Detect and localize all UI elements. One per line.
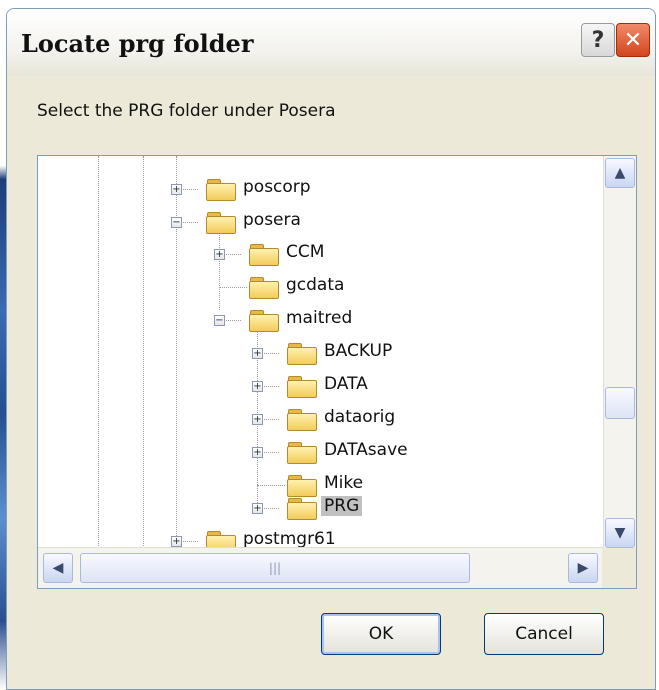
tree-item-ccm[interactable]: CCM — [283, 242, 327, 262]
tree-item-datasave[interactable]: DATAsave — [321, 440, 411, 460]
vertical-scrollbar[interactable]: ▲ ▼ — [603, 156, 636, 548]
folder-icon — [249, 309, 279, 332]
folder-icon — [287, 441, 317, 464]
expand-toggle-data[interactable]: + — [252, 381, 263, 392]
folder-icon — [287, 375, 317, 398]
folder-icon — [206, 178, 236, 201]
ok-button[interactable]: OK — [321, 613, 441, 655]
tree-item-mike[interactable]: Mike — [321, 473, 366, 493]
help-button[interactable]: ? — [581, 23, 615, 57]
vertical-scroll-thumb[interactable] — [605, 387, 635, 419]
tree-item-prg[interactable]: PRG — [321, 496, 363, 516]
title-bar[interactable]: Locate prg folder ? ✕ — [7, 9, 655, 76]
expand-toggle-backup[interactable]: + — [252, 348, 263, 359]
scrollbar-corner — [602, 548, 636, 588]
cancel-button[interactable]: Cancel — [484, 613, 604, 655]
expand-toggle-ccm[interactable]: + — [214, 249, 225, 260]
locate-folder-dialog: Locate prg folder ? ✕ Select the PRG fol… — [6, 8, 656, 690]
close-button[interactable]: ✕ — [616, 23, 650, 57]
expand-toggle-datasave[interactable]: + — [252, 447, 263, 458]
scroll-right-icon[interactable]: ▶ — [568, 553, 598, 583]
folder-icon — [206, 211, 236, 234]
expand-toggle-poscorp[interactable]: + — [171, 184, 182, 195]
folder-icon — [287, 474, 317, 497]
folder-icon — [249, 276, 279, 299]
expand-toggle-dataorig[interactable]: + — [252, 414, 263, 425]
scroll-up-icon[interactable]: ▲ — [605, 158, 635, 188]
tree-item-data[interactable]: DATA — [321, 374, 371, 394]
tree-item-poscorp[interactable]: poscorp — [240, 177, 314, 197]
tree-item-dataorig[interactable]: dataorig — [321, 407, 398, 427]
expand-toggle-posera[interactable]: − — [171, 217, 182, 228]
folder-icon — [249, 243, 279, 266]
scroll-left-icon[interactable]: ◀ — [43, 553, 73, 583]
horizontal-scrollbar[interactable]: ◀ ||| ▶ — [38, 547, 604, 588]
tree-item-posera[interactable]: posera — [240, 210, 304, 230]
dialog-title: Locate prg folder — [21, 29, 254, 58]
expand-toggle-postmgr61[interactable]: + — [171, 536, 182, 547]
tree-item-backup[interactable]: BACKUP — [321, 341, 395, 361]
expand-toggle-maitred[interactable]: − — [214, 315, 225, 326]
horizontal-scroll-thumb[interactable]: ||| — [80, 553, 470, 583]
expand-toggle-prg[interactable]: + — [252, 503, 263, 514]
folder-icon — [287, 497, 317, 520]
folder-icon — [287, 408, 317, 431]
tree-item-gcdata[interactable]: gcdata — [283, 275, 347, 295]
scroll-down-icon[interactable]: ▼ — [605, 518, 635, 548]
tree-item-postmgr61[interactable]: postmgr61 — [240, 529, 339, 549]
instruction-text: Select the PRG folder under Posera — [37, 101, 336, 121]
tree-item-maitred[interactable]: maitred — [283, 308, 355, 328]
folder-tree[interactable]: + poscorp − posera + CCM gcdata − maitre… — [37, 155, 637, 589]
folder-icon — [287, 342, 317, 365]
